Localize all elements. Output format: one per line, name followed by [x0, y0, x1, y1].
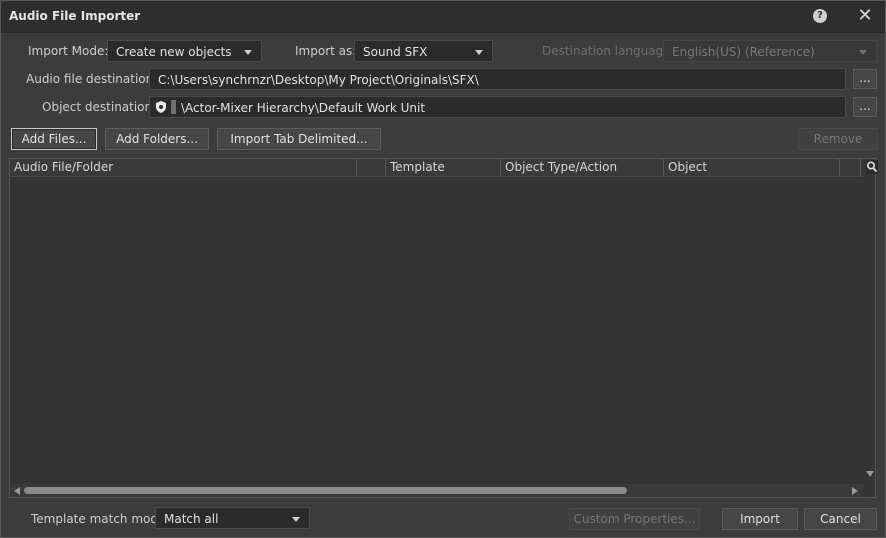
horizontal-scrollbar[interactable] — [10, 484, 863, 497]
audio-file-importer-window: Audio File Importer ? ✕ Import Mode: Cre… — [0, 0, 886, 538]
column-blank[interactable] — [357, 159, 386, 176]
audio-destination-label: Audio file destination — [26, 72, 154, 86]
import-file-list[interactable]: Audio File/Folder Template Object Type/A… — [9, 158, 878, 498]
column-template[interactable]: Template — [386, 159, 501, 176]
cancel-button[interactable]: Cancel — [804, 508, 877, 530]
work-unit-icon — [156, 101, 166, 113]
chevron-down-icon — [859, 50, 867, 55]
scroll-left-arrow-icon[interactable] — [14, 487, 20, 495]
audio-destination-browse-button[interactable]: ... — [853, 69, 877, 89]
remove-button[interactable]: Remove — [798, 128, 878, 150]
template-match-dropdown[interactable]: Match all — [155, 507, 310, 529]
column-audio-file-folder[interactable]: Audio File/Folder — [10, 159, 357, 176]
close-icon[interactable]: ✕ — [856, 5, 874, 27]
import-mode-value: Create new objects — [116, 45, 232, 59]
column-object[interactable]: Object — [664, 159, 840, 176]
column-object-type-action[interactable]: Object Type/Action — [501, 159, 664, 176]
import-mode-label: Import Mode: — [28, 44, 109, 58]
object-destination-browse-button[interactable]: ... — [853, 97, 877, 117]
help-icon[interactable]: ? — [813, 9, 827, 23]
template-match-label: Template match mode: — [31, 512, 170, 526]
object-destination-value: \Actor-Mixer Hierarchy\Default Work Unit — [181, 101, 426, 115]
window-title: Audio File Importer — [9, 9, 141, 23]
audio-destination-field[interactable]: C:\Users\synchrnzr\Desktop\My Project\Or… — [149, 68, 846, 90]
chevron-down-icon — [475, 50, 483, 55]
search-icon[interactable] — [866, 160, 878, 174]
object-destination-field[interactable]: \Actor-Mixer Hierarchy\Default Work Unit — [149, 96, 846, 118]
chevron-down-icon — [292, 517, 300, 522]
import-as-dropdown[interactable]: Sound SFX — [354, 40, 493, 62]
add-folders-button[interactable]: Add Folders... — [105, 128, 209, 150]
destination-language-value: English(US) (Reference) — [672, 45, 815, 59]
vertical-scrollbar[interactable] — [863, 176, 875, 484]
title-bar: Audio File Importer ? ✕ — [1, 1, 885, 33]
import-as-value: Sound SFX — [363, 45, 428, 59]
destination-language-dropdown[interactable]: English(US) (Reference) — [663, 40, 877, 62]
import-as-label: Import as: — [295, 44, 357, 58]
scrollbar-corner — [863, 484, 875, 497]
object-destination-separator — [171, 100, 176, 114]
custom-properties-button[interactable]: Custom Properties... — [569, 508, 700, 530]
column-extra[interactable] — [840, 159, 861, 176]
add-files-button[interactable]: Add Files... — [11, 128, 97, 150]
audio-destination-value: C:\Users\synchrnzr\Desktop\My Project\Or… — [158, 73, 479, 87]
import-button[interactable]: Import — [722, 508, 798, 530]
import-tab-delimited-button[interactable]: Import Tab Delimited... — [217, 128, 381, 150]
horizontal-scroll-thumb[interactable] — [24, 487, 627, 494]
table-header: Audio File/Folder Template Object Type/A… — [10, 159, 863, 177]
chevron-down-icon — [244, 50, 252, 55]
object-destination-label: Object destination — [42, 100, 153, 114]
scroll-right-arrow-icon[interactable] — [852, 487, 858, 495]
destination-language-label: Destination language: — [542, 44, 675, 58]
import-mode-dropdown[interactable]: Create new objects — [107, 40, 262, 62]
scroll-down-arrow-icon[interactable] — [866, 471, 874, 477]
template-match-value: Match all — [164, 512, 219, 526]
